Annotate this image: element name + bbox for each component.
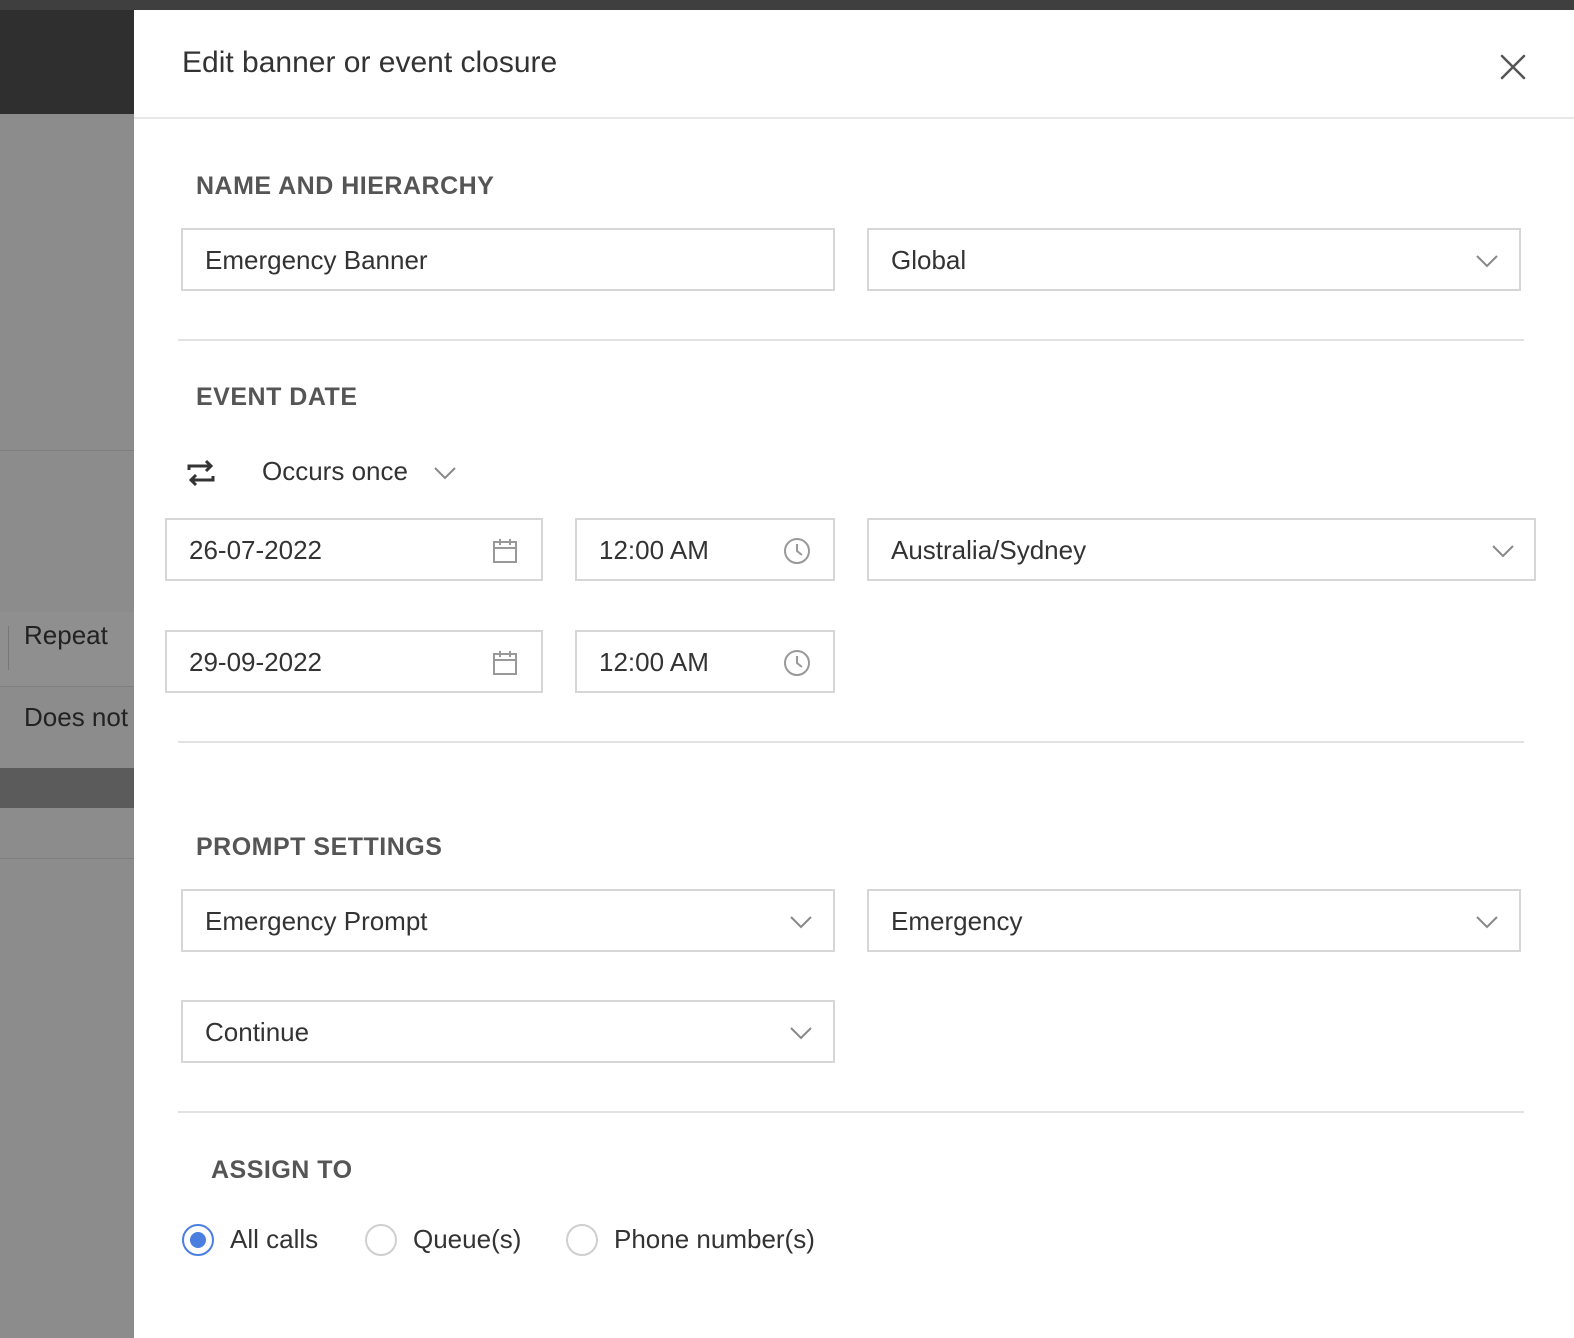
radio-all-calls-label: All calls [230,1224,319,1254]
prompt-type-select[interactable]: Emergency [867,889,1521,952]
recurrence-value: Occurs once [262,456,408,486]
chevron-down-icon [434,467,456,480]
prompt-type-select-value: Emergency [891,906,1023,936]
timezone-value: Australia/Sydney [891,535,1087,565]
background-app-header [0,10,134,114]
radio-button[interactable] [365,1224,397,1256]
prompt-select-value: Emergency Prompt [205,906,428,936]
end-time-field[interactable]: 12:00 AM [575,630,835,693]
start-time-value: 12:00 AM [599,535,709,565]
background-app-panel [0,10,134,1338]
chevron-down-icon [790,1027,812,1040]
close-icon [1500,54,1526,80]
event-date-section-title: EVENT DATE [196,383,358,411]
action-select-value: Continue [205,1017,310,1047]
radio-queues-label: Queue(s) [413,1224,522,1254]
banner-name-field[interactable] [181,228,835,291]
radio-phone-numbers-label: Phone number(s) [614,1224,815,1254]
start-date-value: 26-07-2022 [189,535,322,565]
prompt-select[interactable]: Emergency Prompt [181,889,835,952]
radio-queues[interactable]: Queue(s) [365,1220,535,1260]
assign-to-section-title: ASSIGN TO [211,1156,353,1184]
chevron-down-icon [1492,545,1514,558]
calendar-icon [493,539,517,563]
clock-icon [784,650,810,676]
background-does-not-label: Does not [24,702,129,732]
banner-name-input[interactable] [205,242,785,278]
radio-button[interactable] [566,1224,598,1256]
name-hierarchy-section-title: NAME AND HIERARCHY [196,172,495,200]
timezone-select[interactable]: Australia/Sydney [867,518,1536,581]
drawer-title: Edit banner or event closure [182,46,558,79]
close-button[interactable] [1492,46,1534,88]
background-divider [0,858,134,859]
end-date-value: 29-09-2022 [189,647,322,677]
calendar-icon [493,651,517,675]
repeat-icon [187,459,215,487]
background-repeat-label: Repeat [24,620,108,650]
assign-to-radio-group: All calls Queue(s) Phone number(s) [182,1220,882,1260]
action-select[interactable]: Continue [181,1000,835,1063]
start-date-field[interactable]: 26-07-2022 [165,518,543,581]
edit-event-drawer: Edit banner or event closure NAME AND HI… [134,10,1574,1338]
radio-phone-numbers[interactable]: Phone number(s) [566,1220,846,1260]
end-time-value: 12:00 AM [599,647,709,677]
hierarchy-select[interactable]: Global [867,228,1521,291]
clock-icon [784,538,810,564]
background-band [0,768,134,808]
chevron-down-icon [790,916,812,929]
recurrence-select[interactable]: Occurs once [184,452,484,496]
top-bar-strip [0,0,1574,10]
radio-button-selected[interactable] [182,1224,214,1256]
drawer-header: Edit banner or event closure [134,10,1574,119]
prompt-settings-section-title: PROMPT SETTINGS [196,833,443,861]
start-time-field[interactable]: 12:00 AM [575,518,835,581]
chevron-down-icon [1476,916,1498,929]
radio-all-calls[interactable]: All calls [182,1220,332,1260]
chevron-down-icon [1476,255,1498,268]
background-divider [0,686,134,687]
hierarchy-select-value: Global [891,245,967,275]
end-date-field[interactable]: 29-09-2022 [165,630,543,693]
section-divider [178,741,1524,743]
background-divider [0,450,134,451]
section-divider [178,1111,1524,1113]
section-divider [178,339,1524,341]
